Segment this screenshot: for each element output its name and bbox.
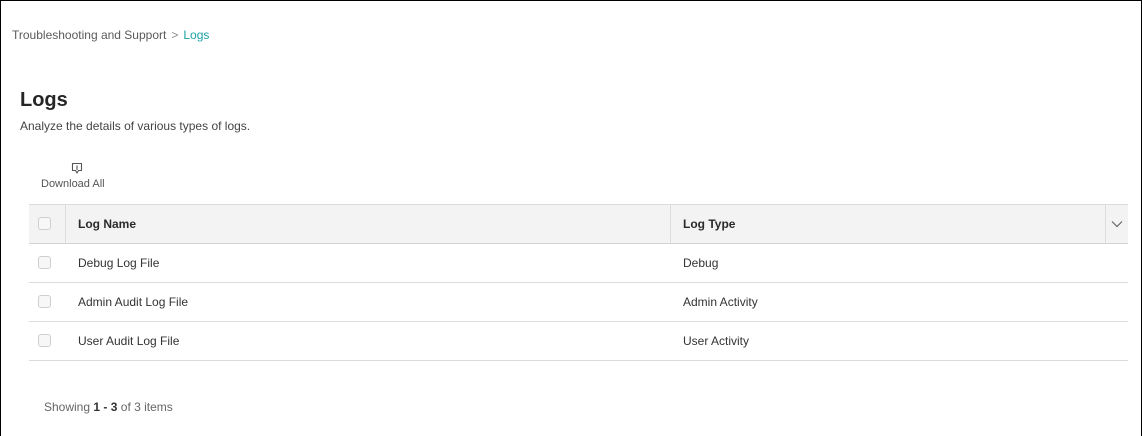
download-all-label: Download All	[41, 178, 105, 190]
log-name-cell: User Audit Log File	[66, 322, 670, 360]
log-type: Admin Activity	[683, 295, 758, 309]
breadcrumb-current[interactable]: Logs	[183, 28, 209, 42]
column-header-log-type[interactable]: Log Type	[671, 205, 1106, 243]
pagination-prefix: Showing	[44, 400, 91, 414]
breadcrumb-separator: >	[171, 28, 179, 42]
log-type-cell: Admin Activity	[671, 283, 1105, 321]
row-checkbox[interactable]	[38, 256, 51, 269]
row-checkbox[interactable]	[38, 295, 51, 308]
pagination-total: of 3 items	[120, 400, 173, 414]
table-row[interactable]: Debug Log File Debug	[29, 244, 1128, 283]
log-name: Admin Audit Log File	[78, 295, 189, 309]
pagination-range-end: 3	[110, 400, 118, 414]
log-name-cell: Debug Log File	[66, 244, 670, 282]
row-select-cell	[29, 322, 65, 360]
breadcrumb-parent-link[interactable]: Troubleshooting and Support	[12, 28, 166, 42]
column-menu-button[interactable]	[1106, 205, 1128, 243]
log-type: User Activity	[683, 334, 750, 348]
table-row[interactable]: Admin Audit Log File Admin Activity	[29, 283, 1128, 322]
log-type-cell: User Activity	[671, 322, 1105, 360]
table-row[interactable]: User Audit Log File User Activity	[29, 322, 1128, 361]
select-all-cell	[29, 205, 66, 243]
row-select-cell	[29, 244, 65, 282]
row-checkbox[interactable]	[38, 334, 51, 347]
log-type-cell: Debug	[671, 244, 1105, 282]
logs-table: Log Name Log Type Debug Log File Debug A…	[29, 204, 1128, 361]
row-select-cell	[29, 283, 65, 321]
page-description: Analyze the details of various types of …	[20, 119, 251, 133]
pagination-range-start: 1	[93, 400, 101, 414]
download-icon	[71, 162, 83, 174]
log-name: Debug Log File	[78, 256, 160, 270]
breadcrumb: Troubleshooting and Support > Logs	[12, 28, 209, 42]
log-type: Debug	[683, 256, 719, 270]
page-title: Logs	[20, 89, 68, 111]
column-header-log-name[interactable]: Log Name	[66, 205, 671, 243]
column-header-label: Log Type	[683, 217, 736, 231]
app-window: Troubleshooting and Support > Logs Logs An…	[0, 0, 1142, 436]
log-name-cell: Admin Audit Log File	[66, 283, 670, 321]
pagination-summary: Showing 1 - 3 of 3 items	[44, 400, 173, 414]
column-header-label: Log Name	[78, 217, 137, 231]
log-name: User Audit Log File	[78, 334, 180, 348]
select-all-checkbox[interactable]	[38, 217, 51, 230]
download-all-button[interactable]: Download All	[41, 161, 121, 193]
chevron-down-icon	[1111, 221, 1123, 228]
pagination-range-separator: -	[103, 400, 108, 414]
table-header-row: Log Name Log Type	[29, 204, 1128, 244]
